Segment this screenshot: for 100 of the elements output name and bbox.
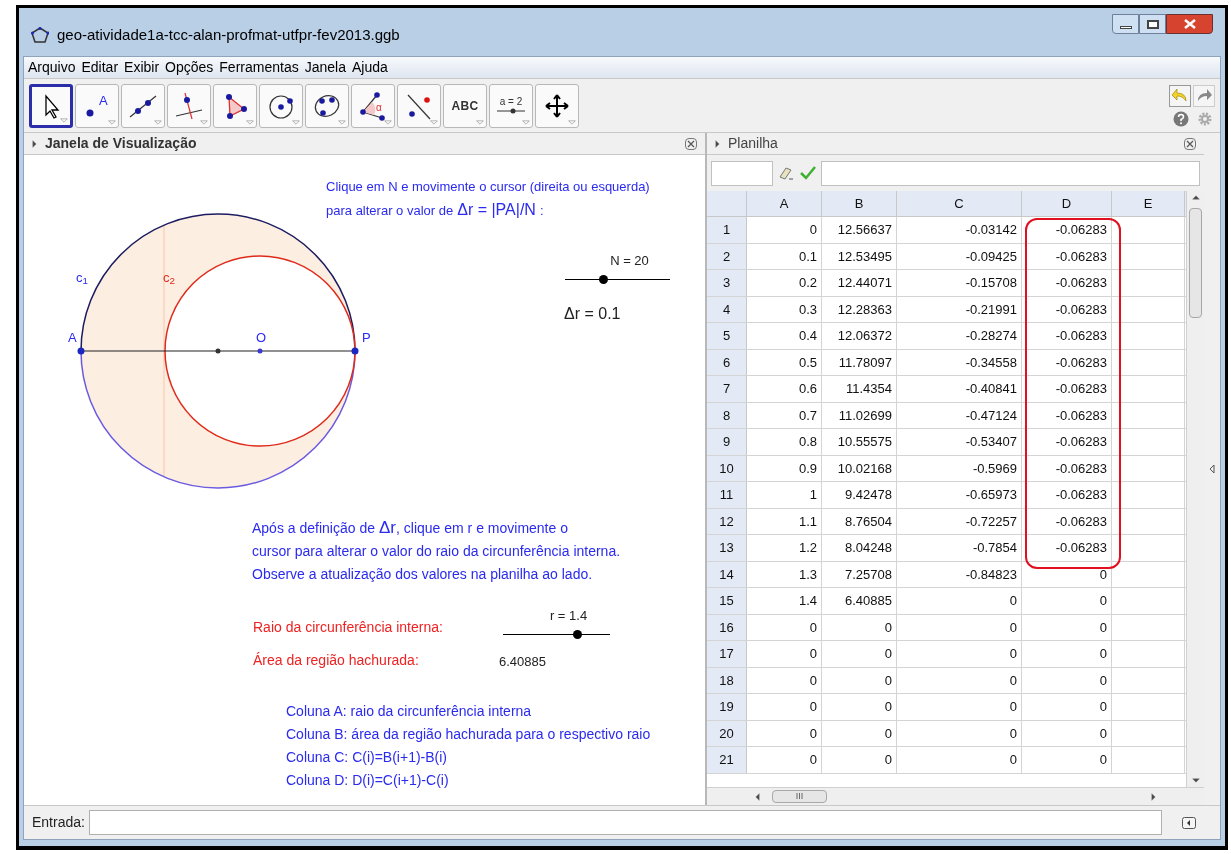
point-label: A bbox=[68, 329, 77, 347]
table-cell: 1.3 bbox=[747, 561, 822, 587]
row-header[interactable]: 18 bbox=[707, 667, 747, 693]
close-icon[interactable] bbox=[685, 137, 697, 150]
row-header[interactable]: 6 bbox=[707, 349, 747, 375]
dropdown-triangle-icon bbox=[246, 119, 254, 125]
scroll-up-icon[interactable] bbox=[1191, 195, 1200, 200]
row-header[interactable]: 5 bbox=[707, 323, 747, 349]
menu-item[interactable]: Arquivo bbox=[28, 57, 76, 78]
formula-input-field[interactable] bbox=[821, 160, 1200, 186]
table-cell: 0 bbox=[897, 747, 1022, 773]
table-cell: 0 bbox=[822, 694, 897, 720]
slider-thumb[interactable] bbox=[572, 629, 582, 639]
row-header[interactable]: 16 bbox=[707, 614, 747, 640]
menu-item[interactable]: Ajuda bbox=[351, 57, 388, 78]
tool-button[interactable] bbox=[535, 83, 579, 128]
tool-button[interactable] bbox=[397, 83, 441, 128]
row-header[interactable]: 19 bbox=[707, 694, 747, 720]
column-header[interactable]: A bbox=[747, 191, 822, 216]
table-cell: 12.28363 bbox=[822, 296, 897, 322]
column-header[interactable]: E bbox=[1112, 191, 1185, 216]
slider-track[interactable] bbox=[565, 274, 670, 285]
tool-button[interactable]: α bbox=[351, 83, 395, 128]
menu-item[interactable]: Ferramentas bbox=[219, 57, 299, 78]
dropdown-triangle-icon bbox=[60, 117, 68, 123]
dropdown-triangle-icon bbox=[154, 119, 162, 125]
column-header[interactable]: C bbox=[897, 191, 1022, 216]
table-cell: 10.55575 bbox=[822, 429, 897, 455]
row-header[interactable]: 21 bbox=[707, 747, 747, 773]
table-cell: -0.5969 bbox=[897, 455, 1022, 481]
row-header[interactable]: 15 bbox=[707, 588, 747, 614]
table-cell: -0.06283 bbox=[1022, 376, 1112, 402]
close-icon[interactable] bbox=[1184, 137, 1196, 150]
scroll-right-icon[interactable] bbox=[1151, 792, 1156, 801]
collapse-arrow-icon[interactable] bbox=[1209, 464, 1215, 474]
row-header[interactable]: 9 bbox=[707, 429, 747, 455]
scroll-thumb[interactable]: III bbox=[772, 790, 827, 803]
table-cell: 0 bbox=[897, 641, 1022, 667]
tool-button[interactable] bbox=[121, 83, 165, 128]
close-button[interactable] bbox=[1166, 14, 1213, 34]
row-header[interactable]: 4 bbox=[707, 296, 747, 322]
eraser-icon[interactable] bbox=[777, 165, 795, 181]
row-header[interactable]: 1 bbox=[707, 217, 747, 243]
menu-item[interactable]: Exibir bbox=[124, 57, 160, 78]
help-icon[interactable] bbox=[1173, 110, 1189, 127]
legend-text: Coluna B: área da região hachurada para o respectivo raio bbox=[286, 725, 651, 744]
table-cell: -0.06283 bbox=[1022, 270, 1112, 296]
expand-arrow-icon[interactable] bbox=[32, 139, 37, 148]
minimize-button[interactable] bbox=[1112, 14, 1139, 34]
row-header[interactable]: 8 bbox=[707, 402, 747, 428]
row-header[interactable]: 7 bbox=[707, 376, 747, 402]
row-header[interactable]: 10 bbox=[707, 455, 747, 481]
scroll-down-icon[interactable] bbox=[1191, 778, 1200, 783]
row-header[interactable]: 3 bbox=[707, 270, 747, 296]
tool-button[interactable] bbox=[259, 83, 303, 128]
row-header[interactable]: 12 bbox=[707, 508, 747, 534]
table-cell: 0 bbox=[1022, 641, 1112, 667]
menu-item[interactable]: Janela bbox=[304, 57, 346, 78]
undo-icon[interactable] bbox=[1169, 84, 1191, 107]
table-cell: 0 bbox=[747, 614, 822, 640]
row-header[interactable]: 2 bbox=[707, 243, 747, 269]
tool-button[interactable]: ABC bbox=[443, 83, 487, 128]
check-icon[interactable] bbox=[799, 165, 817, 181]
close-icon bbox=[1183, 19, 1196, 29]
scroll-thumb[interactable] bbox=[1189, 208, 1202, 318]
slider-thumb[interactable] bbox=[598, 274, 608, 284]
table-cell: -0.15708 bbox=[897, 270, 1022, 296]
slider-track[interactable] bbox=[503, 629, 610, 640]
table-cell: -0.06283 bbox=[1022, 243, 1112, 269]
table-cell: 1.2 bbox=[747, 535, 822, 561]
table-cell: 8.04248 bbox=[822, 535, 897, 561]
horizontal-scrollbar[interactable]: III bbox=[707, 787, 1204, 805]
column-header[interactable]: B bbox=[822, 191, 897, 216]
tool-button[interactable] bbox=[305, 83, 349, 128]
scroll-left-icon[interactable] bbox=[755, 792, 760, 801]
table-cell: -0.34558 bbox=[897, 349, 1022, 375]
menu-item[interactable]: Opções bbox=[165, 57, 214, 78]
input-help-icon[interactable] bbox=[1182, 816, 1196, 829]
table-cell: 0.4 bbox=[747, 323, 822, 349]
tool-button[interactable] bbox=[213, 83, 257, 128]
redo-icon[interactable] bbox=[1193, 84, 1215, 107]
table-cell: -0.28274 bbox=[897, 323, 1022, 349]
tool-button[interactable]: a = 2 bbox=[489, 83, 533, 128]
row-header[interactable]: 11 bbox=[707, 482, 747, 508]
tool-button[interactable] bbox=[29, 83, 73, 128]
row-header[interactable]: 20 bbox=[707, 720, 747, 746]
graphics-canvas[interactable] bbox=[24, 155, 705, 805]
instruction-text: cursor para alterar o valor do raio da circunferência interna. bbox=[252, 542, 621, 561]
cell-name-field[interactable] bbox=[711, 160, 773, 186]
tool-button[interactable]: A bbox=[75, 83, 119, 128]
expand-arrow-icon[interactable] bbox=[715, 139, 720, 148]
table-cell: 1 bbox=[747, 482, 822, 508]
area-value: 6.40885 bbox=[499, 653, 546, 671]
row-header[interactable]: 13 bbox=[707, 535, 747, 561]
maximize-button[interactable] bbox=[1139, 14, 1166, 34]
menu-item[interactable]: Editar bbox=[81, 57, 119, 78]
row-header[interactable]: 14 bbox=[707, 561, 747, 587]
column-header[interactable]: D bbox=[1022, 191, 1112, 216]
row-header[interactable]: 17 bbox=[707, 641, 747, 667]
input-bar-field[interactable] bbox=[88, 810, 1162, 835]
